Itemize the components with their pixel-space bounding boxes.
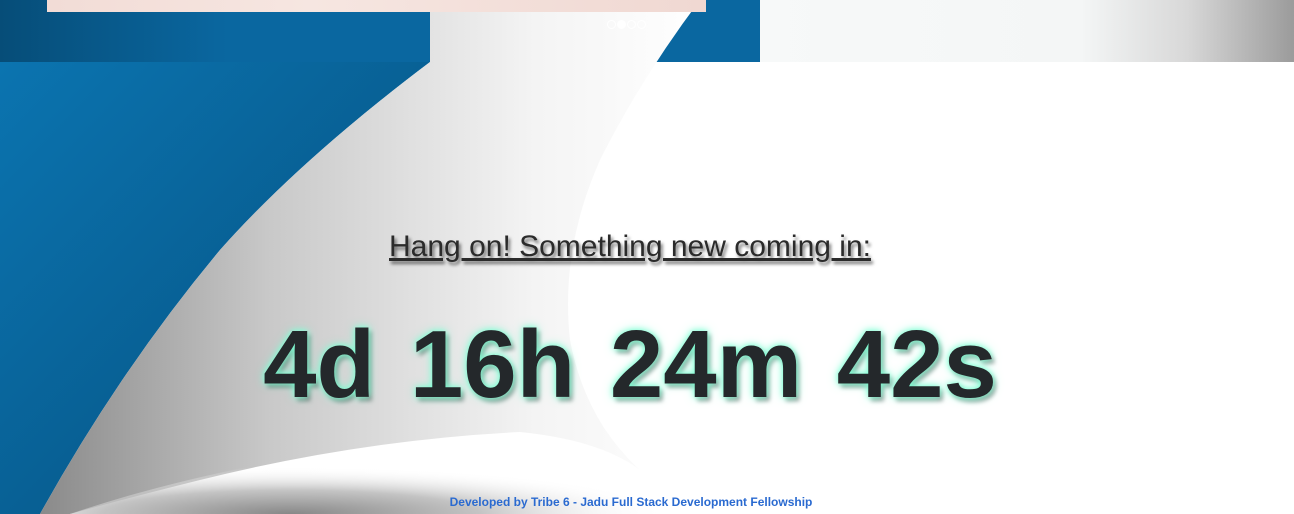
carousel-dot-3[interactable] — [627, 20, 636, 29]
carousel-dot-2[interactable] — [617, 20, 626, 29]
footer-credit: Developed by Tribe 6 - Jadu Full Stack D… — [449, 495, 813, 509]
countdown-heading: Hang on! Something new coming in: — [389, 230, 871, 263]
carousel-dot-1[interactable] — [607, 20, 616, 29]
banner-image[interactable] — [47, 0, 706, 12]
carousel-dots — [607, 20, 646, 32]
carousel-dot-4[interactable] — [637, 20, 646, 29]
page: Hang on! Something new coming in: 4d 16h… — [0, 0, 1294, 514]
countdown-timer: 4d 16h 24m 42s — [263, 311, 997, 418]
